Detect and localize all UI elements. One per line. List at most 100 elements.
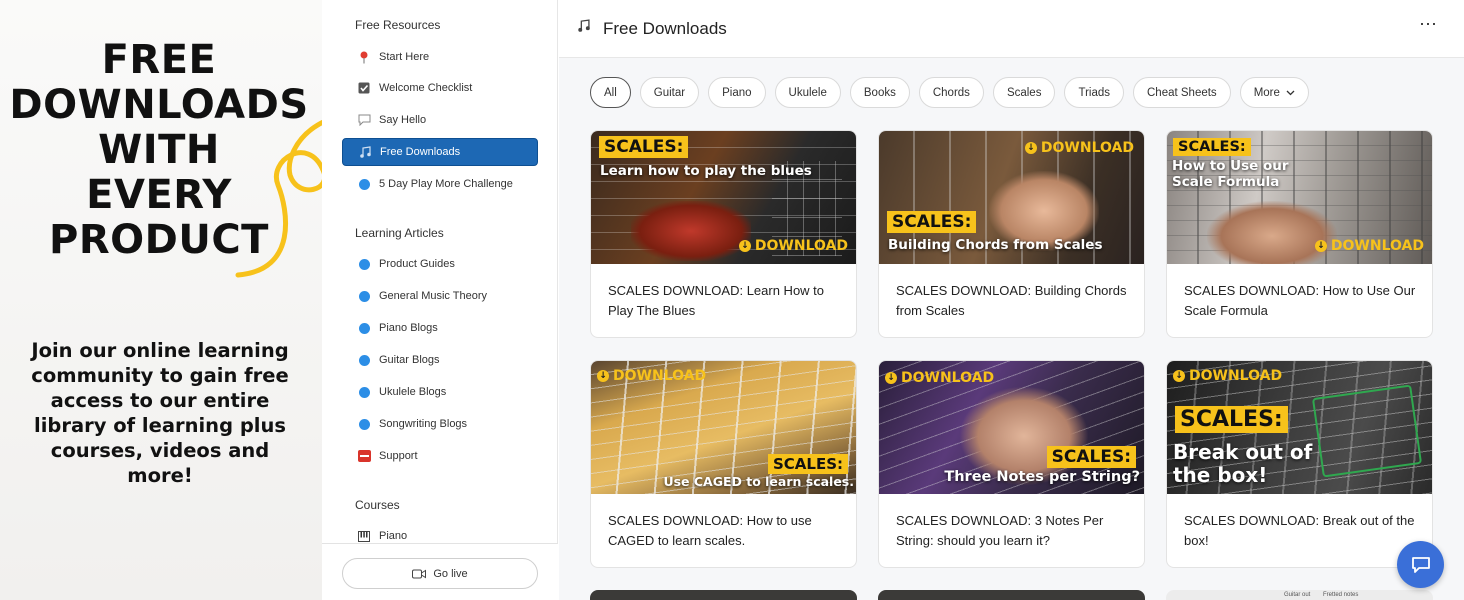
download-card[interactable]: ↓ DOWNLOAD SCALES: Break out of the box!…	[1166, 360, 1433, 568]
sidebar-item-label: 5 Day Play More Challenge	[379, 178, 513, 190]
sidebar-item-label: Start Here	[379, 51, 430, 63]
card-title: SCALES DOWNLOAD: 3 Notes Per String: sho…	[896, 513, 1104, 548]
sidebar-item-general-music-theory[interactable]: General Music Theory	[342, 282, 538, 310]
sidebar-item-label: Piano	[379, 530, 408, 542]
card-download-label: DOWNLOAD	[901, 370, 995, 386]
card-tag: SCALES:	[1046, 446, 1136, 468]
peek-text: Fretted notes	[1323, 592, 1359, 598]
card-title: SCALES DOWNLOAD: Break out of the box!	[1184, 513, 1415, 548]
blue-dot-icon	[357, 417, 371, 431]
card-thumbnail: SCALES: How to Use our Scale Formula ↓ D…	[1167, 131, 1432, 264]
music-notes-icon	[358, 145, 372, 159]
sidebar-item-ukulele-blogs[interactable]: Ukulele Blogs	[342, 378, 538, 406]
download-icon: ↓	[1173, 370, 1185, 382]
card-overlay-text: Use CAGED to learn scales.	[663, 474, 854, 489]
card-download-label: DOWNLOAD	[1189, 368, 1283, 384]
download-card[interactable]: SCALES: How to Use our Scale Formula ↓ D…	[1166, 130, 1433, 338]
page-title: Free Downloads	[603, 19, 727, 38]
blue-dot-icon	[357, 289, 371, 303]
sidebar-item-guitar-blogs[interactable]: Guitar Blogs	[342, 346, 538, 374]
card-tag: SCALES:	[1173, 138, 1251, 156]
card-download-badge: ↓ DOWNLOAD	[738, 238, 848, 254]
card-tag: SCALES:	[599, 136, 689, 158]
filter-chords[interactable]: Chords	[918, 77, 984, 108]
download-card[interactable]: SCALES: Learn how to play the blues ↓ DO…	[590, 130, 857, 338]
sidebar-item-label: Product Guides	[379, 258, 455, 270]
card-download-label: DOWNLOAD	[1330, 238, 1424, 254]
download-icon: ↓	[885, 372, 897, 384]
pin-icon	[357, 50, 371, 64]
filter-cheat-sheets[interactable]: Cheat Sheets	[1133, 77, 1231, 108]
filter-ukulele[interactable]: Ukulele	[774, 77, 841, 108]
more-options-icon[interactable]: ⋯	[1419, 14, 1438, 35]
card-thumbnail: ↓ DOWNLOAD SCALES: Building Chords from …	[879, 131, 1144, 264]
sidebar-item-piano-blogs[interactable]: Piano Blogs	[342, 314, 538, 342]
card-download-label: DOWNLOAD	[613, 368, 707, 384]
sidebar-item-5-day-challenge[interactable]: 5 Day Play More Challenge	[342, 170, 538, 198]
download-card-partial[interactable]	[878, 590, 1145, 600]
card-overlay-text: Building Chords from Scales	[888, 237, 1103, 253]
card-download-badge: ↓ DOWNLOAD	[1314, 238, 1424, 254]
go-live-label: Go live	[433, 567, 468, 580]
download-icon: ↓	[597, 370, 609, 382]
download-card[interactable]: ↓ DOWNLOAD SCALES: Building Chords from …	[878, 130, 1145, 338]
card-overlay-text: How to Use our Scale Formula	[1172, 158, 1289, 190]
chat-icon	[1411, 556, 1430, 573]
card-overlay-text: Three Notes per String?	[944, 469, 1140, 485]
card-download-label: DOWNLOAD	[1040, 140, 1134, 156]
sidebar-item-support[interactable]: Support	[342, 442, 538, 470]
sos-icon	[357, 449, 371, 463]
filter-bar: All Guitar Piano Ukulele Books Chords Sc…	[590, 77, 1309, 108]
main-header: Free Downloads ⋯	[559, 0, 1464, 58]
filter-more-dropdown[interactable]: More	[1239, 77, 1309, 108]
chevron-down-icon	[1286, 87, 1295, 99]
promo-panel: FREE DOWNLOADS WITH EVERY PRODUCT Join o…	[0, 0, 393, 600]
download-card[interactable]: ↓ DOWNLOAD SCALES: Use CAGED to learn sc…	[590, 360, 857, 568]
download-icon: ↓	[738, 240, 751, 252]
music-notes-icon	[577, 19, 590, 35]
card-download-badge: ↓ DOWNLOAD	[885, 370, 994, 386]
card-download-label: DOWNLOAD	[754, 238, 848, 254]
filter-books[interactable]: Books	[849, 77, 910, 108]
sidebar-item-start-here[interactable]: Start Here	[342, 43, 538, 71]
sidebar-item-label: Piano Blogs	[379, 322, 438, 334]
download-card-partial[interactable]	[590, 590, 857, 600]
main-content: Free Downloads ⋯ All Guitar Piano Ukulel…	[559, 0, 1464, 600]
promo-body-text: Join our online learning community to ga…	[31, 339, 289, 487]
card-download-badge: ↓ DOWNLOAD	[597, 368, 706, 384]
card-thumbnail: SCALES: Learn how to play the blues ↓ DO…	[591, 131, 856, 264]
card-title: SCALES DOWNLOAD: Building Chords from Sc…	[896, 283, 1127, 318]
filter-all[interactable]: All	[590, 77, 631, 108]
download-icon: ↓	[1314, 240, 1327, 252]
blue-dot-icon	[357, 177, 371, 191]
sidebar-item-songwriting-blogs[interactable]: Songwriting Blogs	[342, 410, 538, 438]
download-card[interactable]: ↓ DOWNLOAD SCALES: Three Notes per Strin…	[878, 360, 1145, 568]
card-title: SCALES DOWNLOAD: How to Use Our Scale Fo…	[1184, 283, 1416, 318]
chat-support-button[interactable]	[1397, 541, 1444, 588]
sidebar-item-label: Welcome Checklist	[379, 82, 473, 94]
sidebar-item-label: Free Downloads	[380, 146, 461, 158]
go-live-button[interactable]: Go live	[342, 558, 538, 589]
card-title: SCALES DOWNLOAD: How to use CAGED to lea…	[608, 513, 812, 548]
filter-more-label: More	[1253, 86, 1280, 99]
download-card-partial[interactable]: Guitar out Fretted notes	[1166, 590, 1433, 600]
filter-triads[interactable]: Triads	[1064, 77, 1124, 108]
filter-guitar[interactable]: Guitar	[639, 77, 700, 108]
checkbox-icon	[357, 81, 371, 95]
sidebar-item-label: Guitar Blogs	[379, 354, 440, 366]
peek-text: Guitar out	[1284, 592, 1311, 598]
sidebar-heading-learning-articles: Learning Articles	[355, 226, 444, 240]
piano-icon	[357, 529, 371, 543]
sidebar-item-label: Say Hello	[379, 114, 427, 126]
download-icon: ↓	[1024, 142, 1037, 154]
sidebar-item-product-guides[interactable]: Product Guides	[342, 250, 538, 278]
card-tag: SCALES:	[767, 454, 848, 474]
filter-piano[interactable]: Piano	[708, 77, 766, 108]
sidebar-item-say-hello[interactable]: Say Hello	[342, 106, 538, 134]
filter-scales[interactable]: Scales	[992, 77, 1056, 108]
sidebar-item-free-downloads[interactable]: Free Downloads	[342, 138, 538, 166]
speech-bubble-icon	[357, 113, 371, 127]
sidebar-item-welcome-checklist[interactable]: Welcome Checklist	[342, 74, 538, 102]
card-overlay-text: Break out of the box!	[1173, 440, 1313, 487]
sidebar: Free Resources Start Here Welcome Checkl…	[322, 0, 558, 600]
